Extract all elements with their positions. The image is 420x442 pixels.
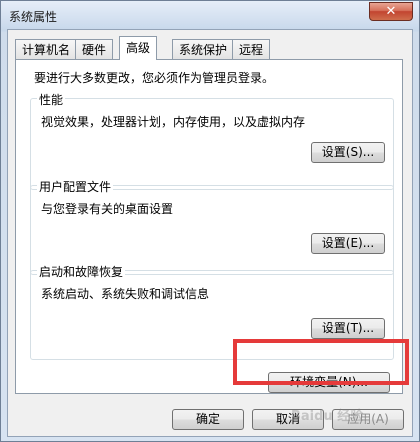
user-profiles-description: 与您登录有关的桌面设置: [41, 202, 174, 216]
watermark-logo: Baidu 经验: [291, 409, 364, 424]
ok-button[interactable]: 确定: [172, 409, 244, 430]
startup-recovery-title: 启动和故障恢复: [37, 263, 126, 280]
user-profiles-title: 用户配置文件: [37, 178, 114, 195]
tab-hardware[interactable]: 硬件: [75, 39, 114, 59]
window-title: 系统属性: [9, 10, 58, 24]
startup-recovery-settings-button[interactable]: 设置(T)...: [311, 318, 385, 339]
tab-remote[interactable]: 远程: [232, 39, 271, 59]
user-profiles-group: 用户配置文件 与您登录有关的桌面设置 设置(E)...: [30, 178, 394, 275]
close-button[interactable]: ✕: [369, 2, 413, 21]
title-bar[interactable]: 系统属性 ✕: [1, 1, 419, 29]
admin-notice: 要进行大多数更改，您必须作为管理员登录。: [34, 71, 275, 85]
environment-variables-button[interactable]: 环境变量(N)...: [268, 372, 390, 393]
dialog-client-area: 计算机名 硬件 高级 系统保护 远程 要进行大多数更改，您必须作为管理员登录。 …: [7, 29, 413, 437]
performance-title: 性能: [37, 91, 66, 108]
tab-system-protection[interactable]: 系统保护: [172, 39, 235, 59]
performance-group: 性能 视觉效果，处理器计划，内存使用，以及虚拟内存 设置(S)...: [30, 91, 394, 190]
tab-advanced[interactable]: 高级: [119, 36, 158, 60]
startup-recovery-description: 系统启动、系统失败和调试信息: [41, 287, 210, 301]
advanced-tab-panel: 要进行大多数更改，您必须作为管理员登录。 性能 视觉效果，处理器计划，内存使用，…: [15, 59, 403, 394]
performance-description: 视觉效果，处理器计划，内存使用，以及虚拟内存: [41, 115, 306, 129]
tab-computer-name[interactable]: 计算机名: [15, 39, 78, 59]
system-properties-window: 系统属性 ✕ 计算机名 硬件 高级 系统保护 远程 要进行大多数更改，您必须作为…: [0, 0, 420, 442]
startup-recovery-group: 启动和故障恢复 系统启动、系统失败和调试信息 设置(T)...: [30, 263, 394, 360]
performance-settings-button[interactable]: 设置(S)...: [311, 142, 385, 163]
user-profiles-settings-button[interactable]: 设置(E)...: [311, 233, 385, 254]
